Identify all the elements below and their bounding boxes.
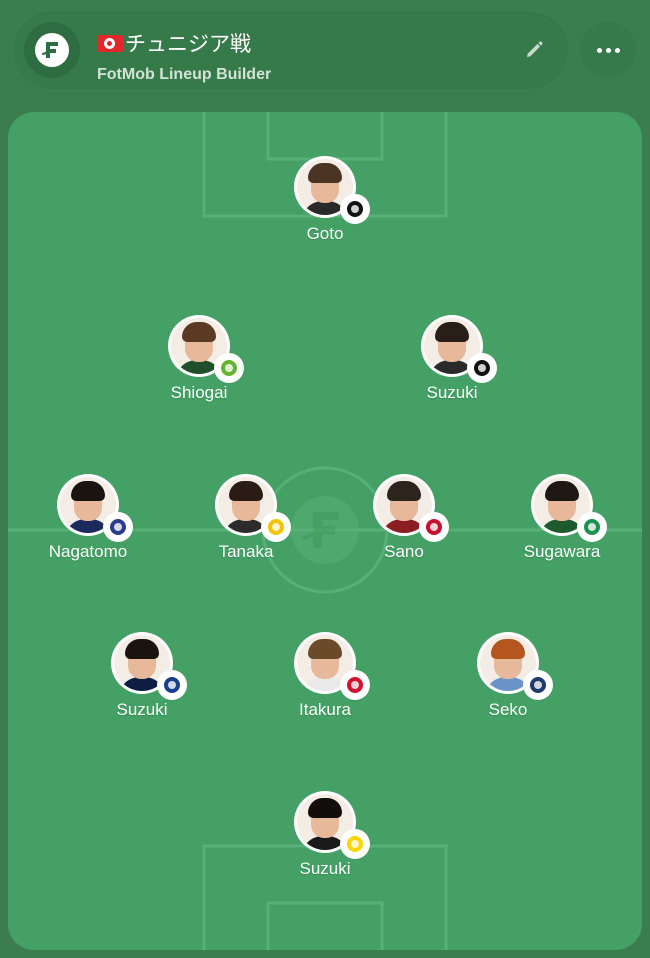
pencil-icon [527, 41, 543, 57]
player-card[interactable]: Seko [443, 632, 573, 742]
player-name: Suzuki [299, 859, 351, 878]
tunisia-flag-icon [97, 35, 123, 52]
player-name: Goto [306, 224, 344, 243]
edit-button[interactable] [522, 38, 546, 62]
player-name: Sugawara [523, 542, 601, 561]
player-card[interactable]: Suzuki [77, 632, 207, 742]
fotmob-logo-icon [24, 22, 80, 78]
player-name: Nagatomo [48, 542, 128, 561]
player-name: Suzuki [426, 383, 478, 402]
player-name: Itakura [299, 700, 351, 719]
leeds-badge-icon [263, 514, 289, 540]
wolfsburg-badge-icon [216, 355, 242, 381]
lineup-subtitle: FotMob Lineup Builder [97, 66, 272, 83]
lineup-title-text: チュニジア戦 [125, 32, 251, 56]
more-horizontal-icon [596, 47, 620, 53]
freiburg-badge-icon [469, 355, 495, 381]
header-bar[interactable]: チュニジア戦 FotMob Lineup Builder [14, 12, 568, 89]
player-name: Shiogai [170, 383, 228, 402]
player-card[interactable]: Itakura [260, 632, 390, 742]
player-name: Seko [488, 700, 528, 719]
player-name: Sano [384, 542, 424, 561]
lineup-title: チュニジア戦 [97, 28, 251, 58]
parma-badge-icon [342, 831, 368, 857]
player-name: Suzuki [116, 700, 168, 719]
player-card[interactable]: Suzuki [260, 791, 390, 901]
player-name: Tanaka [218, 542, 274, 561]
lineup-screen: チュニジア戦 FotMob Lineup Builder Goto Shioga… [0, 0, 650, 958]
player-card[interactable]: Sugawara [497, 474, 627, 584]
player-card[interactable]: Nagatomo [23, 474, 153, 584]
player-card[interactable]: Sano [339, 474, 469, 584]
player-card[interactable]: Suzuki [387, 315, 517, 425]
copenhagen-badge-icon [159, 672, 185, 698]
le-havre-badge-icon [525, 672, 551, 698]
player-card[interactable]: Shiogai [134, 315, 264, 425]
player-card[interactable]: Goto [260, 156, 390, 266]
mainz-badge-icon [421, 514, 447, 540]
ajax-badge-icon [342, 672, 368, 698]
fc-tokyo-badge-icon [105, 514, 131, 540]
more-options-button[interactable] [580, 22, 636, 78]
player-card[interactable]: Tanaka [181, 474, 311, 584]
werder-bremen-badge-icon [579, 514, 605, 540]
freiburg-badge-icon [342, 196, 368, 222]
